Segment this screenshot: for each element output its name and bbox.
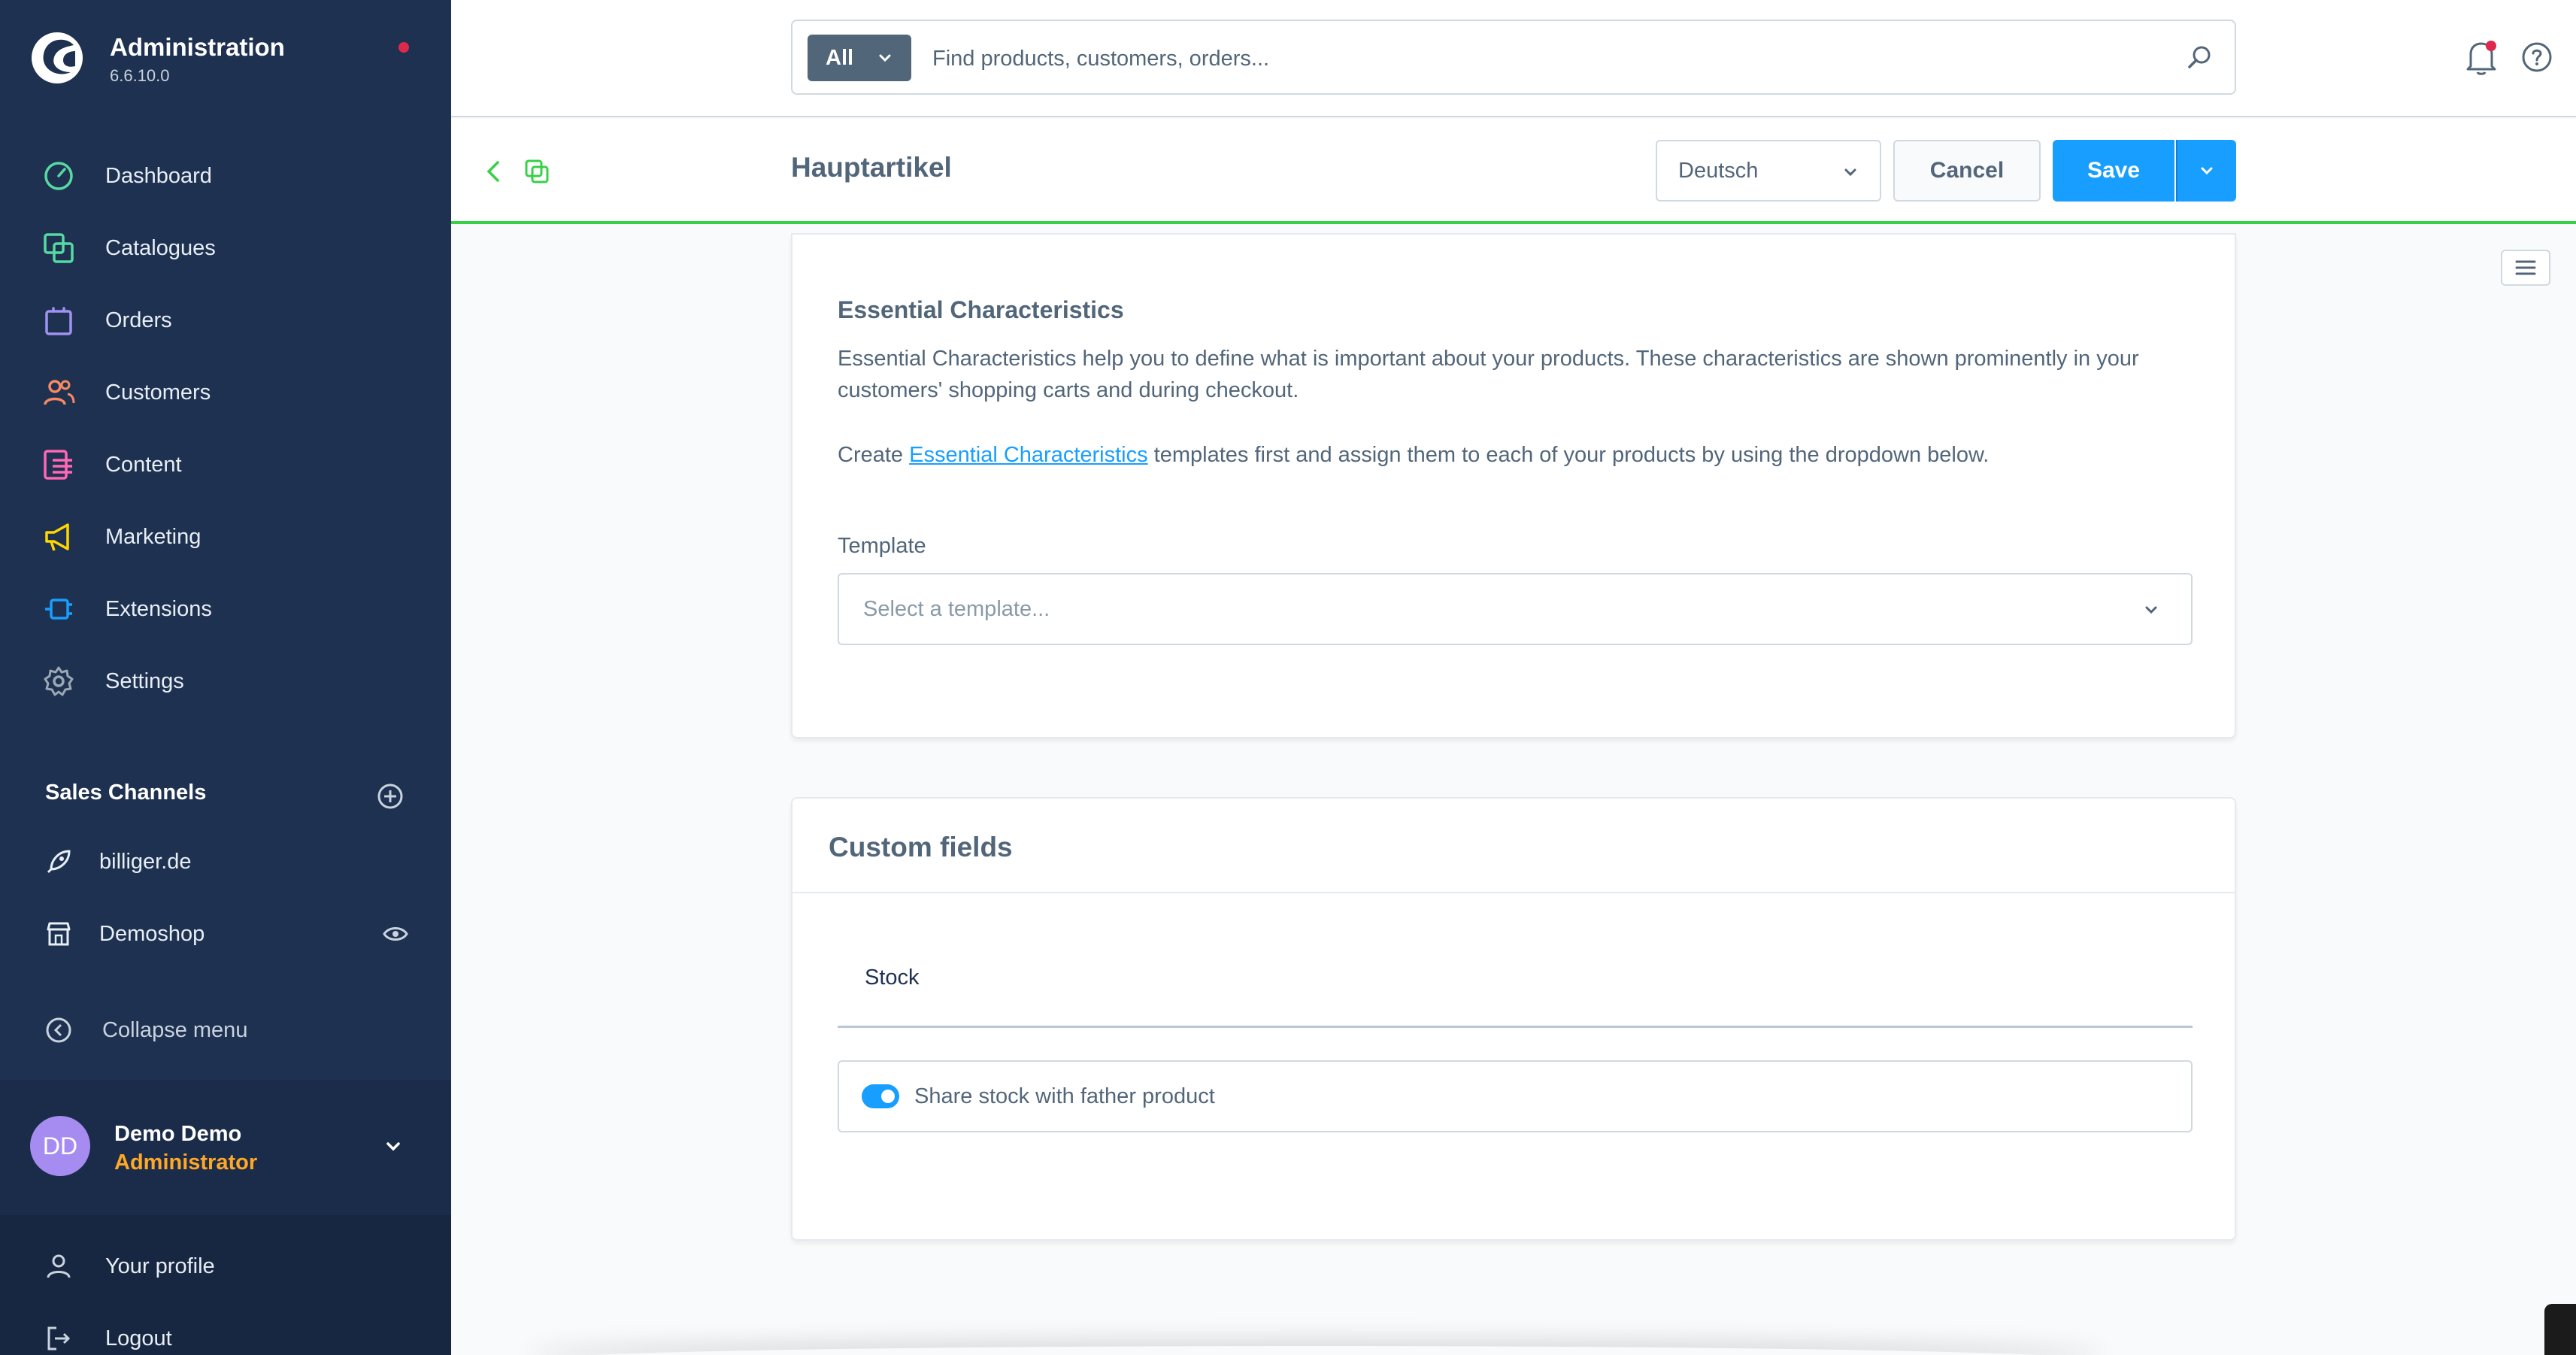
sidebar-item-marketing[interactable]: Marketing <box>0 501 451 573</box>
section-description: Essential Characteristics help you to de… <box>838 347 2139 402</box>
chevron-down-icon <box>2145 606 2157 614</box>
share-stock-label: Share stock with father product <box>914 1084 1215 1108</box>
collapse-menu-label: Collapse menu <box>102 1017 248 1042</box>
add-sales-channel-icon[interactable] <box>376 782 405 811</box>
essential-characteristics-card: Essential Characteristics Essential Char… <box>791 233 2236 738</box>
template-label: Template <box>838 534 926 558</box>
hint-suffix: templates first and assign them to each … <box>1147 443 1990 467</box>
search-type-label: All <box>826 45 854 70</box>
search-input[interactable] <box>932 36 2150 81</box>
sidebar-item-label: Settings <box>105 668 184 693</box>
divider <box>792 892 2235 893</box>
search-type-dropdown[interactable]: All <box>808 35 911 81</box>
hint-prefix: Create <box>838 443 910 467</box>
sidebar-item-dashboard[interactable]: Dashboard <box>0 140 451 212</box>
symfony-toolbar-icon[interactable] <box>2544 1304 2576 1355</box>
logout-icon <box>42 1322 75 1355</box>
storefront-icon <box>42 917 75 950</box>
content-icon <box>42 448 75 481</box>
sales-channels-title: Sales Channels <box>45 781 207 805</box>
sidebar-item-label: Catalogues <box>105 235 216 260</box>
sidebar-item-label: Customers <box>105 380 211 405</box>
user-icon <box>42 1250 75 1283</box>
section-title: Custom fields <box>829 832 1013 862</box>
sidebar-item-orders[interactable]: Orders <box>0 284 451 356</box>
smart-bar: Hauptartikel Deutsch Cancel Save <box>451 119 2576 224</box>
sidebar-item-extensions[interactable]: Extensions <box>0 573 451 645</box>
sidebar-toggle-button[interactable] <box>2501 250 2550 286</box>
sidebar-item-catalogues[interactable]: Catalogues <box>0 212 451 284</box>
sales-channel-label: Demoshop <box>99 921 205 946</box>
user-name: Demo Demo <box>114 1122 242 1146</box>
search-icon[interactable] <box>2185 44 2214 72</box>
share-stock-toggle[interactable] <box>862 1084 899 1108</box>
dashboard-icon <box>42 159 75 192</box>
app-version: 6.6.10.0 <box>110 66 170 85</box>
top-bar: All <box>451 0 2576 117</box>
sidebar-item-content[interactable]: Content <box>0 429 451 501</box>
share-stock-field: Share stock with father product <box>838 1060 2193 1132</box>
sidebar-item-label: Extensions <box>105 596 212 621</box>
customers-icon <box>42 376 75 409</box>
logout-label: Logout <box>105 1326 172 1350</box>
template-select[interactable]: Select a template... <box>838 573 2193 645</box>
shopware-logo-icon[interactable] <box>30 29 84 87</box>
page-title: Hauptartikel <box>791 152 952 183</box>
custom-fields-card: Custom fields Stock Share stock with fat… <box>791 797 2236 1241</box>
back-arrow-icon[interactable] <box>481 158 507 185</box>
tab-stock[interactable]: Stock <box>865 965 920 990</box>
help-icon[interactable] <box>2520 41 2553 74</box>
cancel-button[interactable]: Cancel <box>1893 140 2041 202</box>
rocket-icon <box>42 845 75 878</box>
notification-dot <box>399 42 409 53</box>
collapse-menu-button[interactable]: Collapse menu <box>0 1000 451 1060</box>
notification-badge <box>2486 41 2496 51</box>
chevron-down-icon[interactable] <box>382 1135 405 1158</box>
sales-channel-item-demoshop[interactable]: Demoshop <box>0 904 451 964</box>
main-navigation: Dashboard Catalogues Orders Customers Co… <box>0 140 451 717</box>
essential-characteristics-link[interactable]: Essential Characteristics <box>909 443 1148 467</box>
save-options-button[interactable] <box>2176 140 2236 202</box>
your-profile-link[interactable]: Your profile <box>0 1236 451 1296</box>
chevron-down-icon <box>1844 168 1856 177</box>
eye-icon[interactable] <box>382 920 409 947</box>
menu-icon <box>2515 260 2536 275</box>
collapse-icon <box>42 1014 75 1047</box>
sidebar-item-customers[interactable]: Customers <box>0 356 451 429</box>
your-profile-label: Your profile <box>105 1253 215 1278</box>
language-switch[interactable]: Deutsch <box>1656 140 1881 202</box>
create-template-hint: Create Essential Characteristics templat… <box>838 439 2191 471</box>
app-title: Administration <box>110 33 285 61</box>
account-navigation: Your profile Logout <box>0 1215 451 1355</box>
sales-channel-label: billiger.de <box>99 849 192 874</box>
marketing-icon <box>42 520 75 553</box>
sidebar-item-label: Content <box>105 452 182 477</box>
chevron-down-icon <box>879 54 891 62</box>
user-menu[interactable]: DD Demo Demo Administrator <box>0 1080 451 1215</box>
sidebar-item-label: Orders <box>105 308 172 332</box>
orders-icon <box>42 304 75 337</box>
catalogues-icon <box>42 232 75 265</box>
extensions-icon <box>42 593 75 626</box>
settings-icon <box>42 665 75 698</box>
toggle-knob <box>881 1090 895 1103</box>
sales-channel-item-billiger[interactable]: billiger.de <box>0 832 451 892</box>
save-button[interactable]: Save <box>2053 140 2174 202</box>
sidebar-item-label: Marketing <box>105 524 202 549</box>
sidebar-item-settings[interactable]: Settings <box>0 645 451 717</box>
admin-sidebar: Administration 6.6.10.0 Dashboard Catalo… <box>0 0 451 1355</box>
global-search: All <box>791 20 2236 95</box>
chevron-down-icon <box>2201 167 2213 175</box>
template-placeholder: Select a template... <box>863 597 1050 621</box>
language-label: Deutsch <box>1678 158 1759 183</box>
duplicate-icon[interactable] <box>523 158 550 185</box>
scroll-shadow <box>526 1346 2105 1355</box>
logout-link[interactable]: Logout <box>0 1308 451 1355</box>
tab-underline <box>838 1026 2193 1028</box>
section-title: Essential Characteristics <box>838 296 1124 323</box>
sidebar-item-label: Dashboard <box>105 163 212 188</box>
avatar: DD <box>30 1116 90 1176</box>
user-role: Administrator <box>114 1150 258 1175</box>
sidebar-header: Administration 6.6.10.0 <box>0 0 451 120</box>
